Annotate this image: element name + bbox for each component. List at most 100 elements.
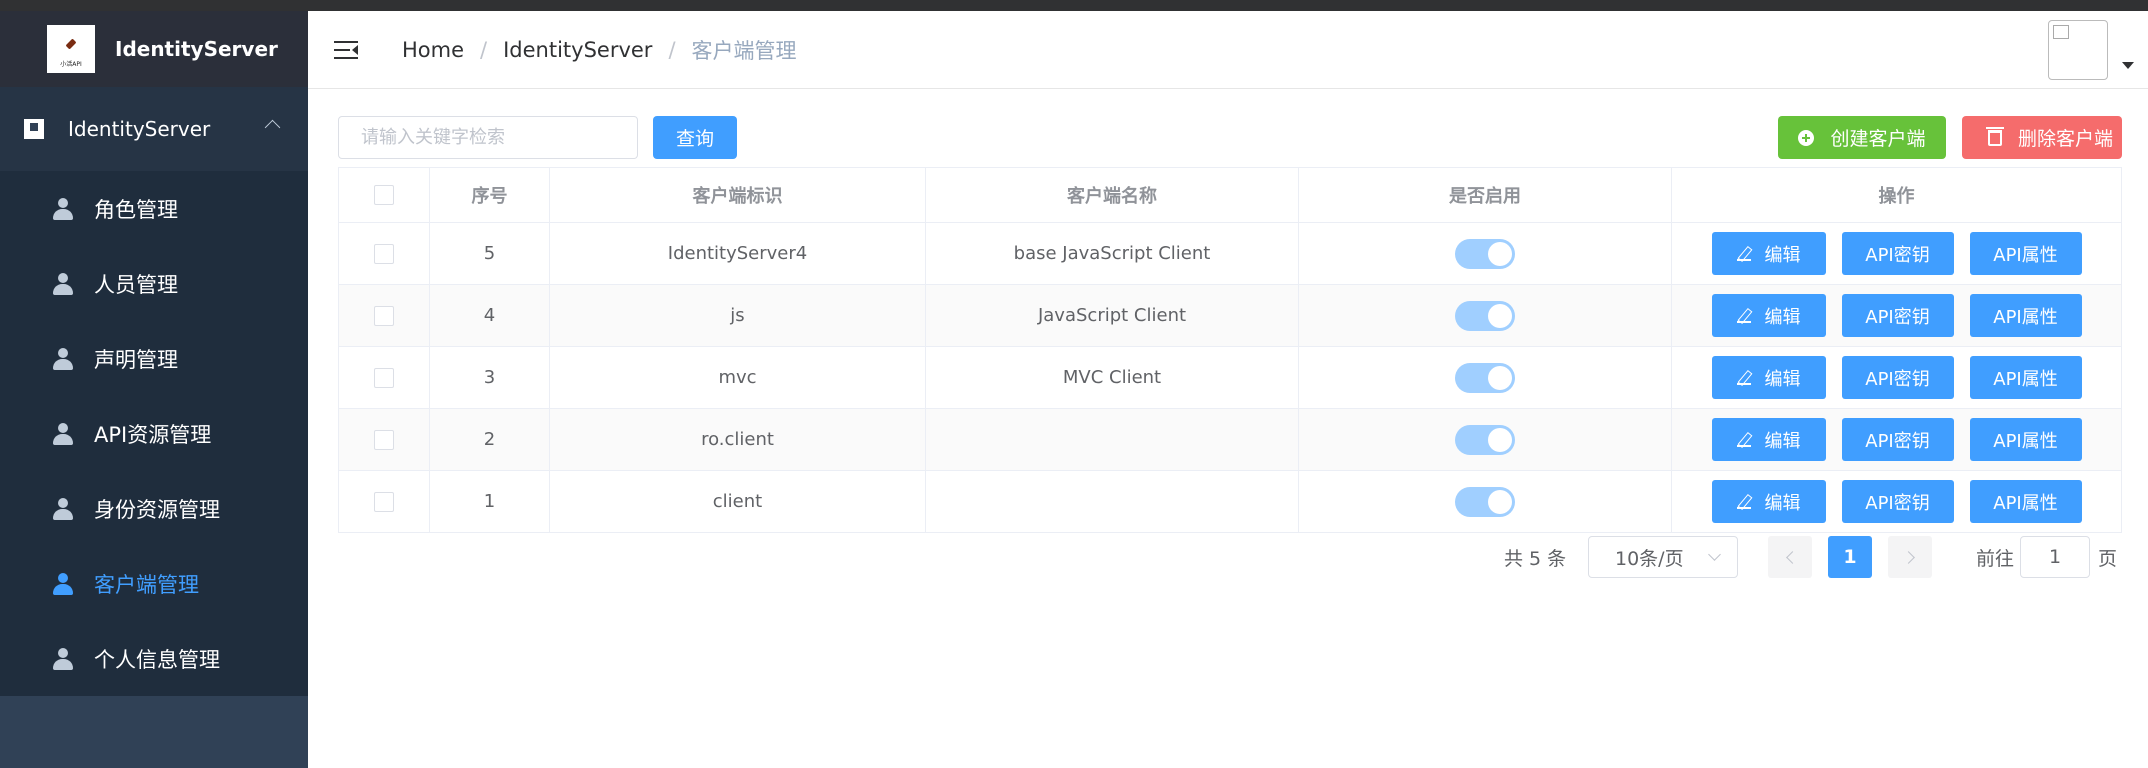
column-header-index[interactable]: 序号: [430, 168, 550, 222]
cell-enabled: [1299, 471, 1672, 532]
row-checkbox-cell: [339, 285, 430, 346]
prev-page-button[interactable]: [1768, 536, 1812, 578]
create-client-label: 创建客户端: [1830, 128, 1926, 150]
edit-icon: [1736, 433, 1751, 447]
next-page-button[interactable]: [1888, 536, 1932, 578]
pagination: 共 5 条 10条/页 1 前往 页: [1500, 535, 2130, 579]
page-number-current[interactable]: 1: [1828, 536, 1872, 578]
row-checkbox[interactable]: [374, 243, 394, 264]
hamburger-icon[interactable]: [334, 40, 358, 60]
edit-icon: [1736, 495, 1751, 509]
avatar[interactable]: [2048, 20, 2108, 80]
breadcrumb-identityserver[interactable]: IdentityServer: [503, 38, 652, 62]
cell-enabled: [1299, 347, 1672, 408]
column-header-client-name[interactable]: 客户端名称: [926, 168, 1299, 222]
breadcrumb-home[interactable]: Home: [402, 38, 464, 62]
page-size-select[interactable]: 10条/页: [1588, 536, 1738, 578]
edit-icon: [1736, 247, 1751, 261]
column-header-enabled[interactable]: 是否启用: [1299, 168, 1672, 222]
api-secret-button[interactable]: API密钥: [1841, 232, 1954, 275]
cell-client-name: MVC Client: [926, 347, 1299, 408]
image-icon: [24, 119, 44, 139]
sidebar-item-4[interactable]: 身份资源管理: [0, 471, 308, 546]
sidebar-item-0[interactable]: 角色管理: [0, 171, 308, 246]
clients-table: 序号 客户端标识 客户端名称 是否启用 操作 5 IdentityServer4 b…: [338, 167, 2122, 533]
sidebar-item-label: 身份资源管理: [94, 497, 220, 522]
sidebar-item-6[interactable]: 个人信息管理: [0, 621, 308, 696]
table-row: 5 IdentityServer4 base JavaScript Client 编辑…: [339, 223, 2121, 285]
chevron-down-icon: [1708, 548, 1721, 561]
goto-label: 前往: [1976, 547, 2015, 570]
table-row: 1 client 编辑 API密钥 API属性: [339, 471, 2121, 533]
breadcrumb-separator: /: [480, 37, 488, 62]
cell-index: 2: [430, 409, 550, 470]
delete-client-label: 删除客户端: [2018, 128, 2114, 150]
navbar: Home / IdentityServer / 客户端管理: [308, 11, 2148, 89]
cell-client-name: base JavaScript Client: [926, 223, 1299, 284]
edit-button[interactable]: 编辑: [1711, 232, 1826, 275]
row-checkbox-cell: [339, 223, 430, 284]
enabled-switch[interactable]: [1455, 424, 1515, 455]
sidebar-item-3[interactable]: API资源管理: [0, 396, 308, 471]
column-header-client-id[interactable]: 客户端标识: [550, 168, 926, 222]
api-property-button[interactable]: API属性: [1969, 480, 2082, 523]
table-row: 4 js JavaScript Client 编辑 API密钥 API属性: [339, 285, 2121, 347]
api-secret-button[interactable]: API密钥: [1841, 294, 1954, 337]
brand-logo: 小活API: [47, 25, 95, 73]
row-checkbox-cell: [339, 409, 430, 470]
sidebar-group-label: IdentityServer: [68, 117, 211, 141]
api-property-button[interactable]: API属性: [1969, 294, 2082, 337]
brand-title: IdentityServer: [115, 37, 278, 61]
row-checkbox[interactable]: [374, 429, 394, 450]
api-property-button[interactable]: API属性: [1969, 356, 2082, 399]
row-checkbox[interactable]: [374, 367, 394, 388]
api-property-button[interactable]: API属性: [1969, 232, 2082, 275]
cell-actions: 编辑 API密钥 API属性: [1672, 223, 2121, 284]
trash-icon: [1986, 126, 2004, 146]
brand[interactable]: 小活API IdentityServer: [0, 11, 308, 87]
caret-down-icon[interactable]: [2122, 62, 2134, 69]
edit-button[interactable]: 编辑: [1711, 356, 1826, 399]
row-checkbox[interactable]: [374, 305, 394, 326]
search-input[interactable]: [338, 116, 638, 159]
api-secret-button[interactable]: API密钥: [1841, 418, 1954, 461]
api-secret-button[interactable]: API密钥: [1841, 480, 1954, 523]
edit-button[interactable]: 编辑: [1711, 294, 1826, 337]
column-header-actions: 操作: [1878, 186, 1915, 207]
cell-actions: 编辑 API密钥 API属性: [1672, 471, 2121, 532]
enabled-switch[interactable]: [1455, 300, 1515, 331]
select-all-checkbox[interactable]: [374, 185, 394, 205]
top-strip: [0, 0, 2148, 11]
user-icon: [52, 197, 74, 220]
plus-circle-icon: [1798, 129, 1815, 146]
breadcrumb: Home / IdentityServer / 客户端管理: [402, 35, 797, 65]
edit-label: 编辑: [1764, 492, 1801, 514]
delete-client-button[interactable]: 删除客户端: [1962, 116, 2122, 159]
goto-suffix: 页: [2098, 547, 2118, 570]
goto-page-input[interactable]: [2020, 536, 2090, 578]
api-property-button[interactable]: API属性: [1969, 418, 2082, 461]
edit-button[interactable]: 编辑: [1711, 480, 1826, 523]
sidebar-item-label: 角色管理: [94, 197, 178, 222]
sidebar-item-label: 个人信息管理: [94, 647, 220, 672]
sidebar-item-5[interactable]: 客户端管理: [0, 546, 308, 621]
row-checkbox[interactable]: [374, 491, 394, 512]
cell-client-id: mvc: [550, 347, 926, 408]
query-button[interactable]: 查询: [653, 116, 737, 159]
cell-index: 5: [430, 223, 550, 284]
create-client-button[interactable]: 创建客户端: [1778, 116, 1946, 159]
enabled-switch[interactable]: [1455, 238, 1515, 269]
api-secret-button[interactable]: API密钥: [1841, 356, 1954, 399]
sidebar: 小活API IdentityServer IdentityServer 角色管理…: [0, 11, 308, 768]
sidebar-item-2[interactable]: 声明管理: [0, 321, 308, 396]
enabled-switch[interactable]: [1455, 362, 1515, 393]
sidebar-group-identityserver[interactable]: IdentityServer: [0, 87, 308, 171]
enabled-switch[interactable]: [1455, 486, 1515, 517]
table-header-row: 序号 客户端标识 客户端名称 是否启用 操作: [339, 168, 2121, 223]
sidebar-item-1[interactable]: 人员管理: [0, 246, 308, 321]
edit-button[interactable]: 编辑: [1711, 418, 1826, 461]
edit-label: 编辑: [1764, 244, 1801, 266]
edit-icon: [1736, 371, 1751, 385]
user-icon: [52, 497, 74, 520]
edit-label: 编辑: [1764, 306, 1801, 328]
